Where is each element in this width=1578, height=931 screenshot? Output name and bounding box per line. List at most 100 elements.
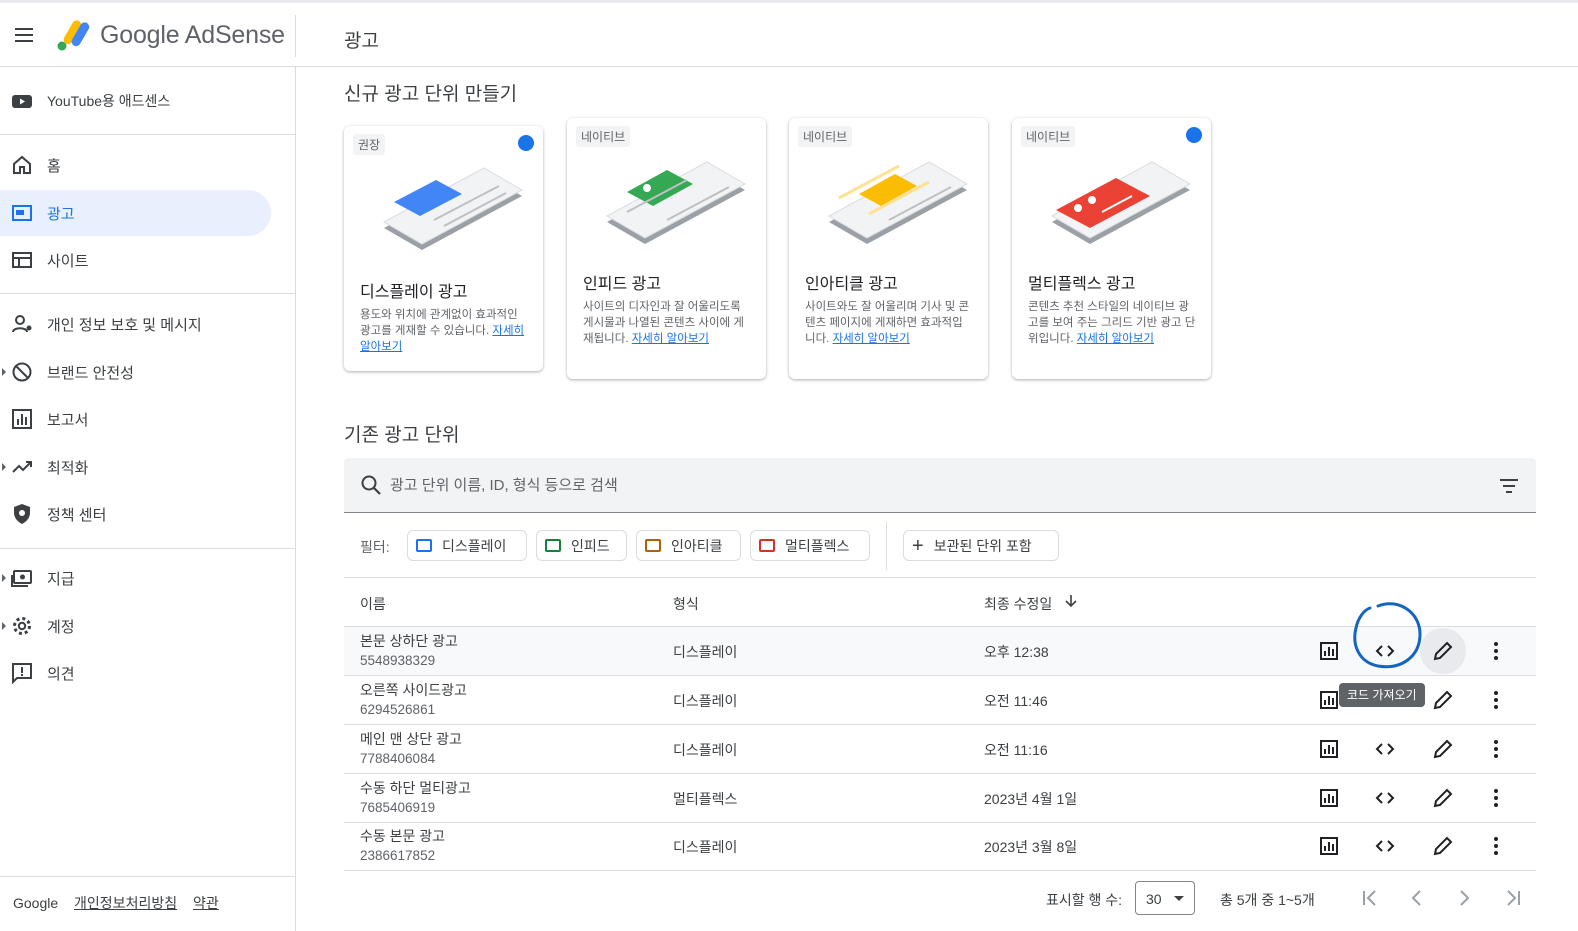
sidebar-item-home[interactable]: 홈 [0, 142, 271, 188]
filter-label: 필터: [360, 539, 390, 555]
display-ad-card[interactable]: 권장 디스플레이 광고 용도와 위치에 관계없이 효과적인 광고를 게재할 수 … [344, 126, 543, 371]
chip-include-archived[interactable]: + 보관된 단위 포함 [903, 530, 1059, 561]
ad-unit-id: 7788406084 [360, 751, 436, 766]
sidebar-item-label: 의견 [47, 665, 75, 683]
chip-multiplex[interactable]: 멀티플렉스 [750, 530, 870, 561]
learn-more-link[interactable]: 자세히 알아보기 [1077, 333, 1154, 345]
card-tag: 네이티브 [576, 126, 631, 147]
bolt-icon [518, 135, 534, 151]
report-icon [1320, 789, 1338, 807]
card-title: 디스플레이 광고 [360, 284, 468, 301]
edit-pencil-icon [1433, 739, 1453, 759]
report-button[interactable] [1317, 786, 1341, 810]
search-input[interactable] [390, 472, 1470, 498]
chip-infeed[interactable]: 인피드 [536, 530, 627, 561]
cell-name: 오른쪽 사이드광고 6294526861 [360, 681, 467, 719]
sidebar-item-reports[interactable]: 보고서 [0, 396, 271, 442]
sidebar-item-policy[interactable]: 정책 센터 [0, 491, 271, 537]
column-header-format[interactable]: 형식 [673, 594, 699, 614]
first-page-icon[interactable] [1358, 886, 1382, 910]
ad-unit-name: 수동 본문 광고 [360, 828, 446, 844]
card-description: 용도와 위치에 관계없이 효과적인 광고를 게재할 수 있습니다. 자세히 알아… [360, 307, 528, 355]
infeed-ad-icon [545, 539, 561, 552]
sidebar-item-optimization[interactable]: 최적화 [0, 444, 271, 490]
add-icon: + [912, 534, 924, 557]
table-row[interactable]: 본문 상하단 광고 5548938329 디스플레이 오후 12:38 [344, 627, 1536, 676]
footer-google: Google [13, 895, 59, 911]
sidebar-item-brand-safety[interactable]: 브랜드 안전성 [0, 349, 271, 395]
previous-page-icon[interactable] [1405, 886, 1429, 910]
filter-list-icon[interactable] [1498, 475, 1520, 497]
edit-button[interactable] [1431, 786, 1455, 810]
card-tag: 네이티브 [1021, 126, 1076, 147]
inarticle-ad-card[interactable]: 네이티브 인아티클 광고 사이트와도 잘 어울리며 기사 및 콘텐츠 페이지에 … [789, 118, 988, 379]
table-row[interactable]: 수동 본문 광고 2386617852 디스플레이 2023년 3월 8일 [344, 822, 1536, 871]
header-divider [295, 15, 296, 57]
edit-pencil-icon [1433, 788, 1453, 808]
more-options-button[interactable] [1484, 786, 1508, 810]
sidebar-item-privacy[interactable]: 개인 정보 보호 및 메시지 [0, 301, 271, 347]
edit-button[interactable] [1431, 834, 1455, 858]
edit-button[interactable] [1431, 737, 1455, 761]
pagination: 표시할 행 수: 30 총 5개 중 1~5개 [344, 878, 1536, 918]
sidebar-item-payments[interactable]: 지급 [0, 555, 271, 601]
column-header-modified[interactable]: 최종 수정일 [984, 594, 1052, 614]
sidebar-item-label: 최적화 [47, 459, 89, 477]
more-options-button[interactable] [1484, 688, 1508, 712]
sidebar-item-feedback[interactable]: 의견 [0, 650, 271, 696]
edit-button[interactable] [1431, 688, 1455, 712]
sidebar-item-label: 홈 [47, 157, 61, 175]
get-code-button[interactable] [1373, 639, 1397, 663]
rows-per-page-select[interactable]: 30 [1135, 881, 1195, 915]
more-options-button[interactable] [1484, 834, 1508, 858]
next-page-icon[interactable] [1452, 886, 1476, 910]
get-code-button[interactable] [1373, 786, 1397, 810]
report-button[interactable] [1317, 737, 1341, 761]
cell-format: 디스플레이 [673, 742, 738, 758]
cell-modified-date: 2023년 3월 8일 [984, 839, 1078, 855]
chip-label: 인아티클 [671, 537, 723, 554]
table-row[interactable]: 수동 하단 멀티광고 7685406919 멀티플렉스 2023년 4월 1일 [344, 774, 1536, 823]
sidebar-item-label: 사이트 [47, 252, 89, 270]
chip-inarticle[interactable]: 인아티클 [636, 530, 741, 561]
report-button[interactable] [1317, 688, 1341, 712]
sidebar-item-account[interactable]: 계정 [0, 603, 271, 649]
infeed-ad-card[interactable]: 네이티브 인피드 광고 사이트의 디자인과 잘 어울리도록 게시물과 나열된 콘… [567, 118, 766, 379]
last-page-icon[interactable] [1501, 886, 1525, 910]
privacy-policy-link[interactable]: 개인정보처리방침 [74, 895, 177, 911]
existing-units-title: 기존 광고 단위 [344, 425, 460, 446]
sidebar-footer: Google 개인정보처리방침 약관 [13, 893, 219, 913]
multiplex-ad-illustration [1050, 161, 1192, 244]
main-menu-button[interactable] [12, 24, 36, 48]
code-icon [1375, 743, 1395, 755]
column-header-name[interactable]: 이름 [360, 594, 386, 614]
report-button[interactable] [1317, 834, 1341, 858]
card-description: 콘텐츠 추천 스타일의 네이티브 광고를 보여 주는 그리드 기반 광고 단위입… [1028, 299, 1196, 347]
report-button[interactable] [1317, 639, 1341, 663]
multiplex-ad-card[interactable]: 네이티브 멀티플렉스 광고 콘텐츠 추천 스타일의 네이티브 광고를 보여 주는… [1012, 118, 1211, 379]
learn-more-link[interactable]: 자세히 알아보기 [632, 333, 709, 345]
sidebar-item-ads[interactable]: 광고 [0, 190, 271, 236]
cell-format: 멀티플렉스 [673, 791, 738, 807]
cell-modified-date: 오전 11:16 [984, 742, 1048, 758]
more-options-button[interactable] [1484, 737, 1508, 761]
more-vert-icon [1494, 691, 1498, 709]
page-range: 총 5개 중 1~5개 [1220, 892, 1315, 908]
sidebar: YouTube용 애드센스 홈 광고 사이트 개인 정보 보호 및 메시지 브랜… [0, 67, 296, 931]
sidebar-item-sites[interactable]: 사이트 [0, 237, 271, 283]
chip-display[interactable]: 디스플레이 [407, 530, 527, 561]
more-options-button[interactable] [1484, 639, 1508, 663]
sidebar-item-youtube[interactable]: YouTube용 애드센스 [0, 78, 271, 124]
get-code-button[interactable] [1373, 834, 1397, 858]
learn-more-link[interactable]: 자세히 알아보기 [833, 333, 910, 345]
terms-link[interactable]: 약관 [193, 895, 219, 911]
get-code-button[interactable] [1373, 737, 1397, 761]
sidebar-item-label: 개인 정보 보호 및 메시지 [47, 316, 202, 334]
cell-name: 수동 본문 광고 2386617852 [360, 827, 445, 865]
sort-arrow-down-icon[interactable] [1064, 593, 1078, 609]
reports-icon [12, 409, 32, 429]
report-icon [1320, 740, 1338, 758]
table-row[interactable]: 메인 맨 상단 광고 7788406084 디스플레이 오전 11:16 [344, 725, 1536, 774]
edit-button[interactable] [1431, 639, 1455, 663]
card-title: 멀티플렉스 광고 [1028, 276, 1136, 293]
